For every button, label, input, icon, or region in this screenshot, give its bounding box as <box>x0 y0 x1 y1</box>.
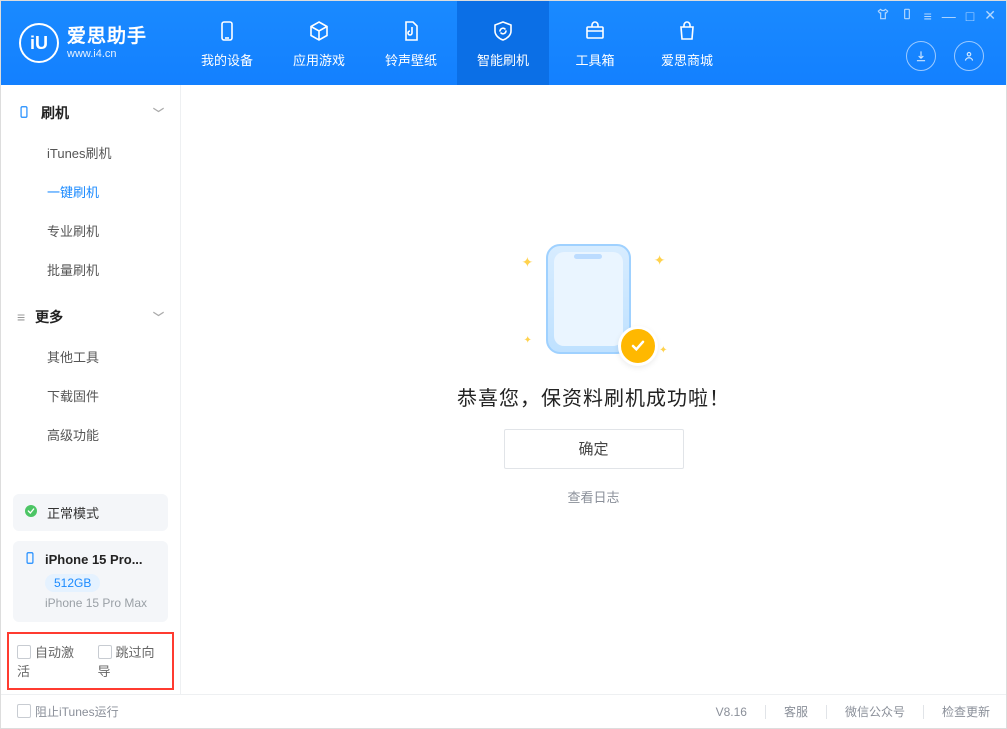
auto-activate-checkbox[interactable]: 自动激活 <box>17 642 84 680</box>
status-bar: 阻止iTunes运行 V8.16 客服 微信公众号 检查更新 <box>1 694 1006 728</box>
brand: iU 爱思助手 www.i4.cn <box>1 1 181 85</box>
user-button[interactable] <box>954 41 984 71</box>
block-itunes-label: 阻止iTunes运行 <box>35 705 119 719</box>
device-name: iPhone 15 Pro... <box>45 552 143 567</box>
nav-tab-my-device[interactable]: 我的设备 <box>181 1 273 85</box>
divider <box>765 705 766 719</box>
chevron-down-icon: ﹀ <box>153 309 164 325</box>
ok-button[interactable]: 确定 <box>504 429 684 469</box>
sparkle-icon: ✦ <box>654 252 666 269</box>
sidebar-section-title: 更多 <box>35 307 63 327</box>
success-check-icon <box>618 326 658 366</box>
activation-options: 自动激活 跳过向导 <box>7 632 174 690</box>
window-controls: ≡ — □ ✕ <box>876 7 996 24</box>
device-storage-badge: 512GB <box>45 574 100 592</box>
nav-tab-ringtones[interactable]: 铃声壁纸 <box>365 1 457 85</box>
main-content: ✦ ✦ ✦ ✦ 恭喜您，保资料刷机成功啦！ 确定 查看日志 <box>181 85 1006 694</box>
success-headline: 恭喜您，保资料刷机成功啦！ <box>457 382 730 411</box>
sidebar-section-flash[interactable]: 刷机 ﹀ <box>1 93 180 133</box>
phone-icon <box>214 18 240 44</box>
chevron-down-icon: ﹀ <box>153 105 164 121</box>
brand-subtitle: www.i4.cn <box>67 48 147 61</box>
music-file-icon <box>398 18 424 44</box>
app-header: iU 爱思助手 www.i4.cn 我的设备 应用游戏 铃声壁纸 <box>1 1 1006 85</box>
nav-tab-apps[interactable]: 应用游戏 <box>273 1 365 85</box>
status-ok-icon <box>23 503 39 522</box>
device-model: iPhone 15 Pro Max <box>45 596 158 610</box>
sidebar-item-advanced[interactable]: 高级功能 <box>1 415 180 454</box>
menu-icon[interactable]: ≡ <box>924 8 932 24</box>
brand-logo-icon: iU <box>19 23 59 63</box>
nav-tab-label: 应用游戏 <box>293 50 345 69</box>
sparkle-icon: ✦ <box>524 335 532 346</box>
view-log-link[interactable]: 查看日志 <box>567 487 619 506</box>
sidebar-section-more[interactable]: ≡ 更多 ﹀ <box>1 297 180 337</box>
brand-title: 爱思助手 <box>67 26 147 48</box>
success-illustration: ✦ ✦ ✦ ✦ <box>524 244 664 364</box>
device-card[interactable]: iPhone 15 Pro... 512GB iPhone 15 Pro Max <box>13 541 168 622</box>
wechat-link[interactable]: 微信公众号 <box>845 703 905 720</box>
device-phone-icon <box>23 551 37 568</box>
maximize-icon[interactable]: □ <box>966 8 974 24</box>
support-link[interactable]: 客服 <box>784 703 808 720</box>
block-itunes-checkbox[interactable]: 阻止iTunes运行 <box>17 703 119 720</box>
phone-mini-icon[interactable] <box>900 7 914 24</box>
sidebar-item-pro-flash[interactable]: 专业刷机 <box>1 211 180 250</box>
nav-tab-label: 我的设备 <box>201 50 253 69</box>
nav-tab-label: 铃声壁纸 <box>385 50 437 69</box>
nav-tabs: 我的设备 应用游戏 铃声壁纸 智能刷机 工具箱 <box>181 1 733 85</box>
header-actions <box>906 41 984 71</box>
device-mode-label: 正常模式 <box>47 503 99 522</box>
sidebar-item-batch-flash[interactable]: 批量刷机 <box>1 250 180 289</box>
nav-tab-label: 工具箱 <box>575 50 614 69</box>
refresh-shield-icon <box>490 18 516 44</box>
cube-icon <box>306 18 332 44</box>
close-icon[interactable]: ✕ <box>984 7 996 24</box>
divider <box>826 705 827 719</box>
sparkle-icon: ✦ <box>659 345 667 356</box>
toolbox-icon <box>582 18 608 44</box>
download-button[interactable] <box>906 41 936 71</box>
nav-tab-toolbox[interactable]: 工具箱 <box>549 1 641 85</box>
nav-tab-label: 智能刷机 <box>477 50 529 69</box>
skip-guide-checkbox[interactable]: 跳过向导 <box>98 642 165 680</box>
divider <box>923 705 924 719</box>
skin-icon[interactable] <box>876 7 890 24</box>
more-section-icon: ≡ <box>17 309 25 325</box>
sparkle-icon: ✦ <box>522 254 534 271</box>
sidebar-item-oneclick-flash[interactable]: 一键刷机 <box>1 172 180 211</box>
nav-tab-store[interactable]: 爱思商城 <box>641 1 733 85</box>
device-mode-chip[interactable]: 正常模式 <box>13 494 168 531</box>
sidebar-item-itunes-flash[interactable]: iTunes刷机 <box>1 133 180 172</box>
bag-icon <box>674 18 700 44</box>
nav-tab-flash[interactable]: 智能刷机 <box>457 1 549 85</box>
check-update-link[interactable]: 检查更新 <box>942 703 990 720</box>
nav-tab-label: 爱思商城 <box>661 50 713 69</box>
version-label: V8.16 <box>716 705 747 719</box>
sidebar: 刷机 ﹀ iTunes刷机 一键刷机 专业刷机 批量刷机 ≡ 更多 ﹀ 其他工具… <box>1 85 181 694</box>
sidebar-item-other-tools[interactable]: 其他工具 <box>1 337 180 376</box>
minimize-icon[interactable]: — <box>942 8 956 24</box>
sidebar-item-download-firmware[interactable]: 下载固件 <box>1 376 180 415</box>
sidebar-section-title: 刷机 <box>41 103 69 123</box>
flash-section-icon <box>17 105 31 122</box>
